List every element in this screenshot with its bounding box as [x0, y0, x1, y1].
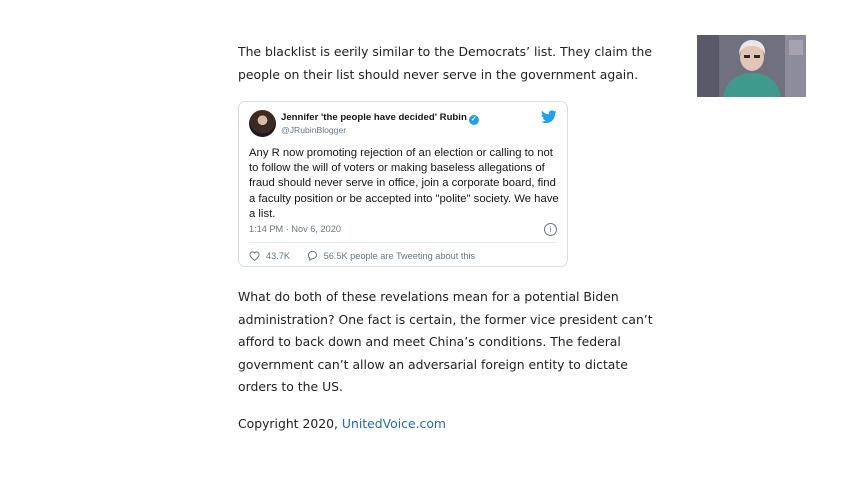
article-paragraph: What do both of these revelations mean f… — [238, 289, 653, 394]
article-page: The blacklist is eerily similar to the D… — [0, 0, 854, 480]
like-count: 43.7K — [266, 251, 291, 261]
tweet-author-handle[interactable]: @JRubinBlogger — [281, 125, 346, 135]
presenter-video-image — [697, 35, 806, 97]
copyright-line: Copyright 2020, UnitedVoice.com — [238, 413, 668, 436]
conversation-action[interactable]: 56.5K people are Tweeting about this — [307, 250, 476, 261]
tweet-timestamp[interactable]: 1:14 PM · Nov 6, 2020 — [249, 224, 341, 234]
heart-icon — [249, 251, 260, 261]
tweeting-about-text: 56.5K people are Tweeting about this — [323, 250, 476, 261]
unitedvoice-link[interactable]: UnitedVoice.com — [342, 416, 446, 431]
tweet-author-name-text: Jennifer 'the people have decided' Rubin — [281, 112, 467, 123]
embedded-tweet[interactable]: Jennifer 'the people have decided' Rubin… — [238, 101, 568, 267]
tweet-author-name[interactable]: Jennifer 'the people have decided' Rubin… — [281, 112, 479, 125]
like-action[interactable]: 43.7K — [249, 251, 290, 261]
tweet-actions: 43.7K 56.5K people are Tweeting about th… — [249, 250, 489, 263]
tweet-text: Any R now promoting rejection of an elec… — [249, 147, 559, 220]
avatar[interactable] — [249, 110, 276, 137]
article-paragraph: The blacklist is eerily similar to the D… — [238, 44, 653, 82]
webcam-overlay — [697, 35, 806, 97]
twitter-bird-icon[interactable] — [541, 110, 557, 124]
verified-badge-icon: ✓ — [468, 115, 479, 125]
info-icon[interactable]: i — [544, 223, 557, 236]
tweet-divider — [249, 242, 557, 243]
speech-bubble-icon — [307, 250, 317, 261]
copyright-text: Copyright 2020, — [238, 416, 342, 431]
